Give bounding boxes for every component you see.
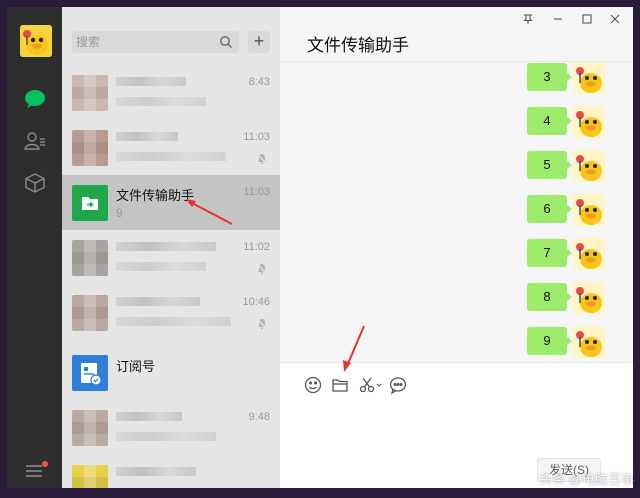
sender-avatar[interactable] <box>573 282 605 314</box>
chat-icon[interactable] <box>21 85 49 113</box>
pin-icon[interactable] <box>520 13 536 29</box>
pixelated-preview <box>116 262 206 271</box>
sender-avatar[interactable] <box>573 106 605 138</box>
sender-avatar[interactable] <box>573 194 605 226</box>
conversation-time: 11:03 <box>243 186 270 198</box>
pixelated-name <box>116 77 186 86</box>
conversation-item[interactable]: 11:03 <box>62 120 280 175</box>
conversation-item[interactable]: 10:46 <box>62 285 280 340</box>
conversation-time: 9:48 <box>248 411 270 423</box>
contact-avatar <box>72 240 108 276</box>
contact-avatar <box>72 465 108 488</box>
sender-avatar[interactable] <box>573 150 605 182</box>
search-box <box>72 31 239 53</box>
conversation-item-subscriptions[interactable]: 订阅号 <box>62 345 280 400</box>
conversation-name: 订阅号 <box>116 359 156 374</box>
message-bubble[interactable]: 9 <box>527 327 572 355</box>
conversation-list-panel: + 8:43 11:03 文件传输助手 9 11:03 <box>62 7 280 488</box>
search-icon[interactable] <box>219 35 233 49</box>
add-button[interactable]: + <box>248 31 270 53</box>
sender-avatar[interactable] <box>573 326 605 358</box>
message-item: 4 <box>527 106 605 142</box>
conversation-item[interactable]: 8:43 <box>62 65 280 120</box>
chat-title: 文件传输助手 <box>307 36 409 55</box>
wechat-window: + 8:43 11:03 文件传输助手 9 11:03 <box>0 0 640 498</box>
scissors-icon[interactable] <box>358 375 384 395</box>
user-avatar[interactable] <box>20 25 52 57</box>
subscription-avatar <box>72 355 108 391</box>
message-bubble[interactable]: 5 <box>527 151 572 179</box>
menu-icon[interactable] <box>20 459 50 483</box>
message-bubble[interactable]: 6 <box>527 195 572 223</box>
conversation-item[interactable]: 11:02 <box>62 230 280 285</box>
annotation-arrow <box>343 325 365 372</box>
folder-icon[interactable] <box>330 375 350 395</box>
chat-header: 文件传输助手 <box>280 7 633 62</box>
message-bubble[interactable]: 8 <box>527 283 572 311</box>
search-input[interactable] <box>76 31 216 53</box>
conversation-time: 10:46 <box>242 296 270 308</box>
notification-dot <box>42 461 48 467</box>
chat-panel: 文件传输助手 3456789 发送(S) <box>280 7 633 488</box>
pixelated-preview <box>116 317 231 326</box>
message-item: 3 <box>527 63 605 98</box>
conversation-item[interactable]: 9:48 <box>62 400 280 455</box>
contact-avatar <box>72 295 108 331</box>
maximize-icon[interactable] <box>579 13 595 29</box>
watermark: 头条 @电脑百事 <box>539 472 634 487</box>
sender-avatar[interactable] <box>573 238 605 270</box>
message-item: 6 <box>527 194 605 230</box>
pixelated-name <box>116 467 196 476</box>
conversation-time: 8:43 <box>248 76 270 88</box>
chat-bubble-icon[interactable] <box>388 375 408 395</box>
conversation-item-file-transfer[interactable]: 文件传输助手 9 11:03 <box>62 175 280 230</box>
message-item: 8 <box>527 282 605 318</box>
emoji-icon[interactable] <box>303 375 323 395</box>
file-transfer-avatar <box>72 185 108 221</box>
contact-avatar <box>72 130 108 166</box>
conversation-time: 11:02 <box>243 241 270 253</box>
close-icon[interactable] <box>607 13 623 29</box>
mute-bell-icon <box>256 153 268 165</box>
message-bubble[interactable]: 4 <box>527 107 572 135</box>
conversation-preview: 9 <box>116 206 123 220</box>
annotation-arrow <box>186 199 233 225</box>
message-item: 9 <box>527 326 605 362</box>
pixelated-preview <box>116 152 226 161</box>
message-list: 3 4 5 6 7 8 9 <box>280 63 633 362</box>
message-bubble[interactable]: 7 <box>527 239 572 267</box>
conversation-item[interactable] <box>62 455 280 488</box>
pixelated-name <box>116 242 216 251</box>
favorites-icon[interactable] <box>21 169 49 197</box>
mute-bell-icon <box>256 318 268 330</box>
contacts-icon[interactable] <box>21 127 49 155</box>
pixelated-preview <box>116 97 206 106</box>
contact-avatar <box>72 410 108 446</box>
conversation-time: 11:03 <box>243 131 270 143</box>
message-bubble[interactable]: 3 <box>527 63 572 91</box>
sender-avatar[interactable] <box>573 63 605 94</box>
pixelated-preview <box>116 432 216 441</box>
minimize-icon[interactable] <box>550 13 566 29</box>
pixelated-name <box>116 412 182 421</box>
pixelated-name <box>116 297 200 306</box>
pixelated-name <box>116 132 178 141</box>
contact-avatar <box>72 75 108 111</box>
message-item: 7 <box>527 238 605 274</box>
mute-bell-icon <box>256 263 268 275</box>
message-item: 5 <box>527 150 605 186</box>
navigation-rail <box>7 7 62 488</box>
